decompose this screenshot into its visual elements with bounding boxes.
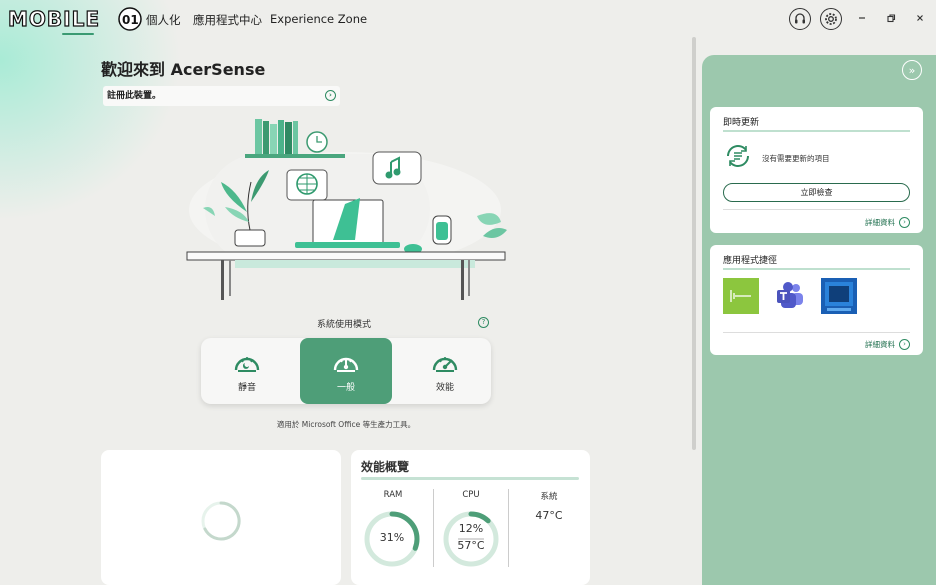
live-update-card: 即時更新 沒有需要更新的項目 立即檢查 詳細資料 › [710,107,923,233]
system-temp-value: 47°C [535,509,563,522]
settings-gear-icon[interactable] [820,8,842,30]
mode-option-performance[interactable]: 效能 [399,338,491,404]
check-now-button[interactable]: 立即檢查 [723,183,910,202]
acer-app-icon[interactable] [821,278,857,314]
collapse-panel-double-chevron-icon[interactable]: » [902,60,922,80]
mode-description: 適用於 Microsoft Office 等生產力工具。 [276,420,416,429]
mobile01-watermark-logo: MOBILE 01 [6,4,146,34]
shortcuts-details-link[interactable]: 詳細資料 › [865,339,910,350]
performance-gauge-icon [432,356,458,372]
system-label: 系統 [540,492,558,502]
register-device-bar[interactable]: 註冊此裝置。 › [103,86,340,106]
loading-spinner-icon [201,501,241,541]
acer-purified-voice-app-icon[interactable] [723,278,759,314]
cpu-gauge: 12% 57°C [442,510,500,568]
update-details-link[interactable]: 詳細資料 › [865,217,910,228]
mode-section-label: 系統使用模式 [317,320,372,330]
shortcuts-details-label: 詳細資料 [865,340,895,349]
loading-card [101,450,341,585]
live-update-title: 即時更新 [723,118,760,128]
performance-title: 效能概覽 [361,460,410,474]
column-divider [508,489,509,567]
close-button[interactable] [910,8,930,28]
app-shortcuts-footer-line [723,332,910,333]
live-update-divider [723,130,910,132]
update-details-label: 詳細資料 [865,218,895,227]
active-nav-indicator [62,33,94,35]
cpu-temp-value: 57°C [457,539,485,552]
cpu-usage-value: 12% [458,522,484,535]
normal-gauge-icon [333,357,359,372]
refresh-update-icon [727,145,749,167]
desk-illustration [185,112,510,302]
headset-icon[interactable] [789,8,811,30]
mode-selector: 靜音 一般 效能 [201,338,491,404]
welcome-title: 歡迎來到 AcerSense [101,60,266,79]
cpu-label: CPU [462,490,480,500]
ram-gauge: 31% [363,510,421,568]
mode-label-performance: 效能 [435,382,454,393]
silent-gauge-icon [234,356,260,372]
mode-option-normal[interactable]: 一般 [300,338,392,404]
app-shortcuts-divider [723,268,910,270]
help-question-icon[interactable]: ? [478,317,489,328]
nav-app-center[interactable]: 應用程式中心 [193,12,262,28]
mode-label-normal: 一般 [336,382,355,393]
main-scrollbar[interactable] [692,37,696,450]
svg-text:01: 01 [122,13,139,27]
live-update-footer-line [723,209,910,210]
svg-text:MOBILE: MOBILE [8,7,100,31]
chevron-right-icon: › [899,217,910,228]
microsoft-teams-app-icon[interactable] [772,278,808,314]
minimize-button[interactable] [852,8,872,28]
register-device-label: 註冊此裝置。 [107,91,162,101]
nav-experience-zone[interactable]: Experience Zone [270,12,367,26]
right-sidebar: » 即時更新 沒有需要更新的項目 立即檢查 詳細資料 › 應用程式捷徑 詳細資料… [702,55,936,585]
ram-label: RAM [383,490,403,500]
nav-personalize[interactable]: 個人化 [146,12,181,28]
chevron-right-icon: › [899,339,910,350]
chevron-right-icon: › [325,90,336,101]
column-divider [433,489,434,567]
ram-value: 31% [379,531,405,544]
update-status-text: 沒有需要更新的項目 [762,154,830,163]
mode-label-silent: 靜音 [237,382,256,393]
mode-option-silent[interactable]: 靜音 [201,338,293,404]
restore-button[interactable] [881,8,901,28]
app-shortcuts-title: 應用程式捷徑 [723,256,778,266]
performance-divider [361,477,579,480]
